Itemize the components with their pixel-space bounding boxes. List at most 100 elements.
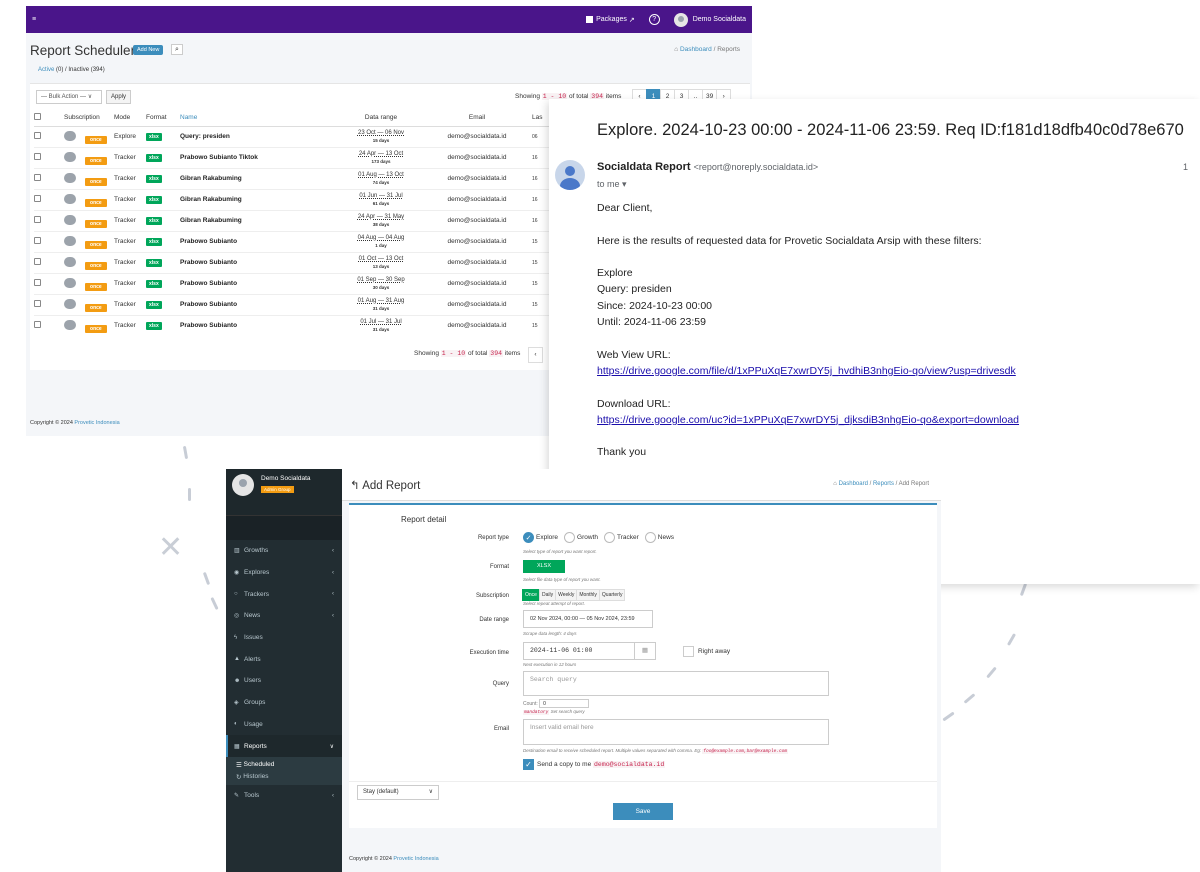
chevron-icon: ‹	[332, 612, 334, 619]
radio-tracker[interactable]	[604, 532, 615, 543]
sidebar-item-reports[interactable]: ▦ Reports ∨	[226, 735, 342, 757]
days-count: 74 days	[372, 179, 390, 185]
sidebar-item-growths[interactable]: ▥ Growths ‹	[226, 540, 342, 562]
page-title: Report Schedulers	[30, 43, 142, 58]
format-xlsx-button[interactable]: XLSX	[523, 560, 565, 573]
row-checkbox[interactable]	[34, 300, 41, 307]
add-report-form: Report detail Report type ✓ Explore Growt…	[349, 503, 937, 828]
save-button[interactable]: Save	[613, 803, 673, 820]
back-icon[interactable]: ↰	[350, 480, 360, 492]
packages-link[interactable]: Packages ↗	[586, 16, 635, 24]
page-header: ↰ Add Report ⌂ Dashboard / Reports / Add…	[342, 469, 941, 501]
sender-avatar	[555, 160, 585, 190]
row-checkbox[interactable]	[34, 237, 41, 244]
row-checkbox[interactable]	[34, 216, 41, 223]
report-name[interactable]: Prabowo Subianto	[180, 251, 340, 273]
mode-cell: Tracker	[114, 167, 146, 189]
page-prev-bottom[interactable]: ‹	[528, 347, 543, 363]
calendar-icon[interactable]: ▦	[634, 642, 656, 660]
send-copy-checkbox[interactable]: ✓ Send a copy to me demo@socialdata.id	[523, 759, 666, 770]
company-link[interactable]: Provetic Indonesia	[393, 856, 438, 862]
email-textarea[interactable]: Insert valid email here	[523, 719, 829, 745]
recipient-dropdown[interactable]: to me ▾	[597, 179, 627, 190]
subscription-badge: once	[85, 240, 107, 249]
report-name[interactable]: Query: presiden	[180, 125, 340, 147]
row-checkbox[interactable]	[34, 195, 41, 202]
right-away-checkbox[interactable]: Right away	[683, 646, 730, 657]
sidebar-item-issues[interactable]: ϟ Issues	[226, 627, 342, 649]
subscription-weekly[interactable]: Weekly	[555, 589, 578, 601]
bulk-action-select[interactable]: — Bulk Action — ∨	[36, 90, 102, 104]
sidebar-item-users[interactable]: ☻ Users	[226, 670, 342, 692]
subscription-monthly[interactable]: Monthly	[576, 589, 600, 601]
count-input: 0	[539, 699, 590, 708]
report-name[interactable]: Prabowo Subianto	[180, 314, 340, 336]
stay-select[interactable]: Stay (default) ∨	[357, 785, 439, 800]
subscription-daily[interactable]: Daily	[538, 589, 557, 601]
apply-button[interactable]: Apply	[106, 90, 132, 104]
date-range-input[interactable]: 02 Nov 2024, 00:00 — 05 Nov 2024, 23:59	[523, 610, 653, 628]
download-link[interactable]: https://drive.google.com/uc?id=1xPPuXqE7…	[597, 414, 1019, 426]
report-name[interactable]: Gibran Rakabuming	[180, 167, 340, 189]
toggle-switch[interactable]	[64, 193, 76, 204]
add-new-button[interactable]: Add New	[133, 45, 164, 55]
date-range: 24 Apr — 31 May	[357, 213, 405, 220]
help-icon[interactable]: ?	[648, 14, 660, 25]
row-checkbox[interactable]	[34, 279, 41, 286]
subscription-once[interactable]: Once	[522, 589, 540, 601]
report-name[interactable]: Prabowo Subianto	[180, 293, 340, 315]
execution-time-input[interactable]: 2024-11-06 01:00	[523, 642, 635, 660]
query-textarea[interactable]: Search query	[523, 671, 829, 696]
sort-name[interactable]: Name	[180, 110, 340, 127]
toggle-switch[interactable]	[64, 172, 76, 183]
radio-growth[interactable]	[564, 532, 576, 543]
toggle-switch[interactable]	[64, 214, 76, 225]
mode-cell: Tracker	[114, 146, 146, 168]
toggle-switch[interactable]	[64, 130, 76, 141]
sidebar-item-tools[interactable]: ✎ Tools ‹	[226, 785, 342, 807]
breadcrumb-reports[interactable]: Reports	[873, 481, 894, 487]
radio-explore[interactable]: ✓	[523, 532, 534, 543]
menu-icon[interactable]: ≡	[32, 16, 36, 23]
report-name[interactable]: Gibran Rakabuming	[180, 188, 340, 210]
toggle-switch[interactable]	[64, 319, 76, 330]
row-checkbox[interactable]	[34, 321, 41, 329]
toggle-switch[interactable]	[64, 256, 76, 267]
toggle-switch[interactable]	[64, 298, 76, 309]
mode-cell: Tracker	[114, 293, 146, 315]
sidebar-item-news[interactable]: ◎ News ‹	[226, 605, 342, 627]
toggle-switch[interactable]	[64, 235, 76, 246]
breadcrumb-dashboard[interactable]: Dashboard	[839, 481, 868, 487]
web-view-link[interactable]: https://drive.google.com/file/d/1xPPuXqE…	[597, 365, 1016, 377]
row-checkbox[interactable]	[34, 153, 41, 160]
sidebar-item-scheduled[interactable]: ☰ Scheduled	[226, 759, 342, 771]
row-checkbox[interactable]	[34, 174, 41, 181]
report-name[interactable]: Prabowo Subianto	[180, 272, 340, 294]
row-checkbox[interactable]	[34, 258, 41, 265]
email-body: Dear Client, Here is the results of requ…	[597, 202, 1020, 459]
sidebar-item-alerts[interactable]: ▲ Alerts	[226, 648, 342, 670]
report-name[interactable]: Prabowo Subianto Tiktok	[180, 146, 340, 168]
sidebar-item-trackers[interactable]: ○ Trackers ‹	[226, 583, 342, 605]
email-cell: demo@socialdata.id	[422, 314, 532, 336]
breadcrumb-dashboard[interactable]: Dashboard	[680, 46, 712, 53]
user-menu[interactable]: Demo Socialdata	[673, 12, 746, 27]
radio-news[interactable]	[644, 532, 656, 543]
company-link[interactable]: Provetic Indonesia	[74, 420, 119, 426]
tab-inactive[interactable]: Inactive (394)	[68, 67, 104, 73]
sidebar-item-histories[interactable]: ↻ Histories	[226, 771, 342, 783]
date-range: 01 Aug — 31 Aug	[357, 297, 405, 304]
report-name[interactable]: Gibran Rakabuming	[180, 209, 340, 231]
tab-active[interactable]: Active	[38, 67, 54, 73]
row-checkbox[interactable]	[34, 132, 41, 139]
toggle-switch[interactable]	[64, 151, 76, 162]
search-icon[interactable]: ⌕	[171, 44, 183, 55]
section-title: Report detail	[401, 515, 447, 524]
sidebar-item-explores[interactable]: ◉ Explores ‹	[226, 562, 342, 584]
sidebar-item-usage[interactable]: ◐ Usage	[226, 714, 342, 736]
report-name[interactable]: Prabowo Subianto	[180, 230, 340, 252]
select-all-checkbox[interactable]	[34, 113, 41, 121]
toggle-switch[interactable]	[64, 277, 76, 288]
subscription-quarterly[interactable]: Quarterly	[598, 589, 626, 601]
sidebar-item-groups[interactable]: ◈ Groups	[226, 692, 342, 714]
